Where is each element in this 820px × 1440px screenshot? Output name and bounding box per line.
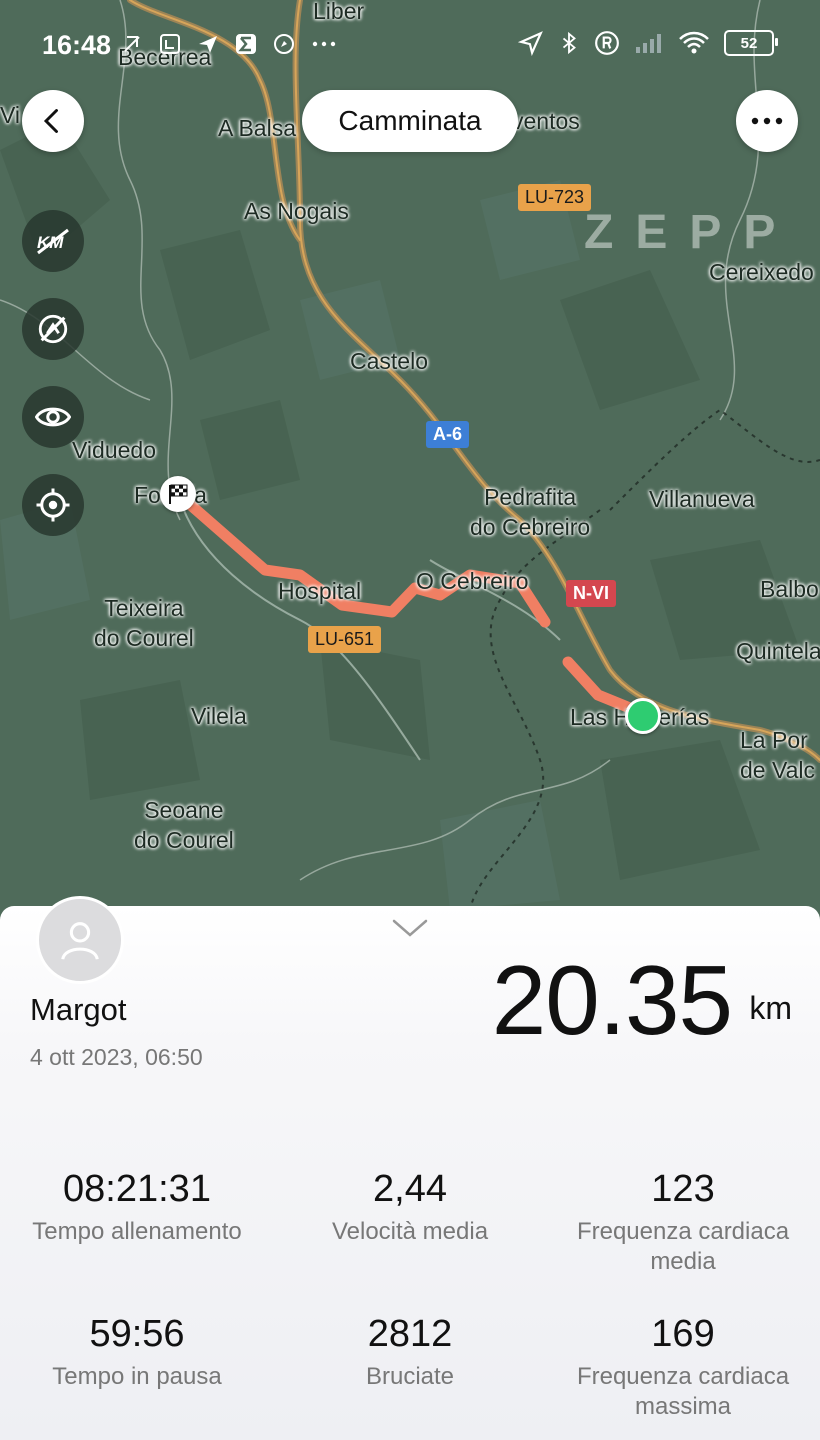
stat-workout-time: 08:21:31 Tempo allenamento bbox=[7, 1168, 267, 1247]
place-label: Hospital bbox=[278, 578, 362, 604]
place-label: Balbo bbox=[760, 576, 819, 602]
place-label: Cereixedo bbox=[709, 259, 814, 285]
recenter-button[interactable] bbox=[22, 474, 84, 536]
user-icon bbox=[61, 922, 99, 960]
activity-title: Camminata bbox=[302, 90, 518, 152]
eye-icon bbox=[35, 407, 71, 427]
place-label: A Balsa bbox=[218, 115, 296, 141]
zepp-watermark: ZEPP bbox=[584, 206, 798, 259]
stat-label: Tempo allenamento bbox=[32, 1218, 242, 1245]
bluetooth-icon bbox=[562, 31, 576, 55]
stat-value: 08:21:31 bbox=[63, 1168, 211, 1210]
back-button[interactable] bbox=[22, 90, 84, 152]
chevron-left-icon bbox=[43, 109, 58, 133]
stat-pause-time: 59:56 Tempo in pausa bbox=[7, 1313, 267, 1392]
more-horizontal-icon bbox=[751, 117, 783, 125]
place-label: Seoane do Courel bbox=[134, 797, 234, 853]
stat-label: Velocità media bbox=[331, 1218, 489, 1245]
notification-icon bbox=[124, 36, 140, 52]
stat-max-heart-rate: 169 Frequenza cardiaca massima bbox=[553, 1313, 813, 1422]
hide-pace-toggle[interactable] bbox=[22, 298, 84, 360]
stat-value: 123 bbox=[651, 1168, 715, 1210]
place-label: Villanueva bbox=[649, 486, 755, 512]
place-label: Pedrafita do Cebreiro bbox=[470, 484, 591, 540]
place-label: As Nogais bbox=[244, 198, 349, 224]
stat-label: Frequenza cardiaca media bbox=[576, 1218, 790, 1275]
place-label: Teixeira do Courel bbox=[94, 595, 194, 651]
user-name: Margot bbox=[30, 992, 127, 1027]
total-distance: 20.35 bbox=[491, 945, 733, 1055]
status-time: 16:48 bbox=[42, 30, 112, 60]
battery-indicator: 52 bbox=[724, 30, 778, 56]
stat-label: Bruciate bbox=[365, 1363, 455, 1390]
location-arrow-icon bbox=[518, 31, 543, 56]
finish-flag-icon bbox=[160, 476, 196, 512]
stat-avg-speed: 2,44 Velocità media bbox=[280, 1168, 540, 1247]
workout-date: 4 ott 2023, 06:50 bbox=[30, 1044, 203, 1070]
status-bar: 16:48 52 bbox=[0, 0, 820, 90]
image-icon bbox=[160, 34, 180, 54]
send-icon bbox=[199, 36, 217, 53]
visibility-toggle[interactable] bbox=[22, 386, 84, 448]
stat-value: 2812 bbox=[367, 1313, 453, 1355]
stat-label: Frequenza cardiaca massima bbox=[576, 1363, 790, 1420]
place-label: Castelo bbox=[350, 348, 428, 374]
stat-label: Tempo in pausa bbox=[52, 1363, 222, 1390]
place-label: Quintela bbox=[736, 638, 820, 664]
sigma-app-icon bbox=[236, 34, 256, 54]
more-notifications-icon bbox=[312, 41, 336, 47]
signal-icon bbox=[636, 34, 661, 53]
road-shield-a6: A-6 bbox=[426, 421, 470, 448]
collapse-panel-button[interactable] bbox=[390, 916, 430, 945]
road-shield-lu651: LU-651 bbox=[308, 626, 382, 653]
km-marker-icon: KM bbox=[37, 228, 69, 255]
stat-value: 59:56 bbox=[89, 1313, 185, 1355]
route-map[interactable]: ZEPP Liber Becerrea Vi A Balsa ventos As… bbox=[0, 0, 820, 920]
place-label: Vi bbox=[0, 102, 21, 128]
road-shield-nvi: N-VI bbox=[566, 580, 616, 607]
stat-calories: 2812 Bruciate bbox=[280, 1313, 540, 1392]
stat-value: 2,44 bbox=[373, 1168, 447, 1210]
place-label: Viduedo bbox=[72, 437, 156, 463]
distance-unit: km bbox=[749, 990, 792, 1026]
place-label: La Por de Valc bbox=[740, 727, 816, 783]
road-shield-lu723: LU-723 bbox=[518, 184, 592, 211]
route-end-marker bbox=[625, 698, 661, 734]
chevron-down-icon bbox=[392, 919, 428, 937]
workout-summary-panel: Margot 4 ott 2023, 06:50 20.35 km 08:21:… bbox=[0, 896, 820, 1440]
stat-value: 169 bbox=[651, 1313, 715, 1355]
wifi-icon bbox=[679, 31, 709, 54]
place-label: Vilela bbox=[191, 703, 247, 729]
stat-avg-heart-rate: 123 Frequenza cardiaca media bbox=[553, 1168, 813, 1277]
compass-icon bbox=[274, 34, 294, 54]
slashed-speed-icon bbox=[38, 314, 68, 344]
km-markers-toggle[interactable]: KM bbox=[22, 210, 84, 272]
crosshair-icon bbox=[36, 488, 70, 522]
place-label: O Cebreiro bbox=[416, 568, 529, 594]
registered-icon bbox=[595, 31, 619, 55]
place-label: ventos bbox=[512, 108, 580, 134]
avatar[interactable] bbox=[36, 896, 124, 984]
more-options-button[interactable] bbox=[736, 90, 798, 152]
